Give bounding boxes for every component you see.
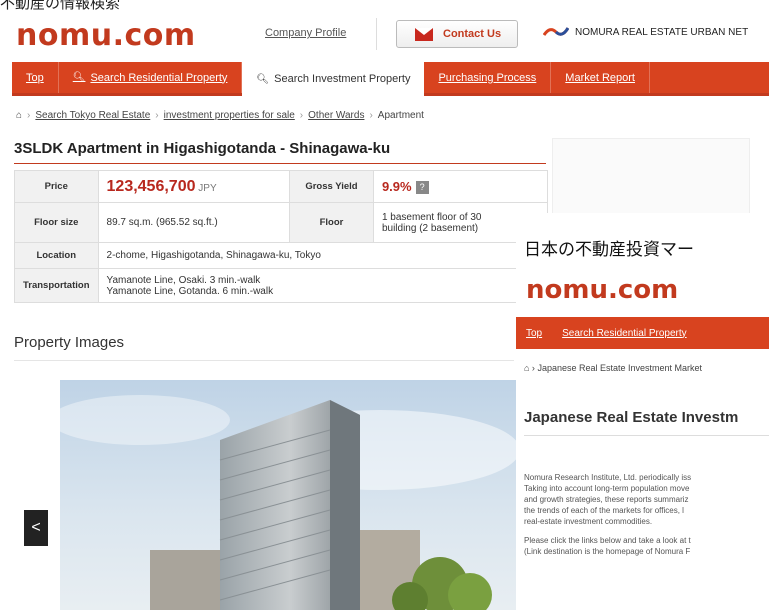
overlay-paragraph-line: Please click the links below and take a …	[524, 536, 691, 545]
overlay-breadcrumb-current: Japanese Real Estate Investment Market	[537, 363, 703, 373]
nav-search-investment-label: Search Investment Property	[274, 73, 411, 85]
breadcrumb-link[interactable]: Search Tokyo Real Estate	[35, 110, 150, 121]
page-caption: 不動産の情報検索	[0, 0, 121, 12]
overlay-heading: Japanese Real Estate Investm	[524, 409, 739, 426]
overlay-breadcrumb: ⌂ › Japanese Real Estate Investment Mark…	[524, 363, 703, 373]
overlay-nav: Top Search Residential Property	[516, 317, 769, 349]
search-icon: 🔍︎	[72, 72, 86, 83]
breadcrumb-separator: ›	[27, 110, 31, 121]
transportation-line: Yamanote Line, Osaki. 3 min.-walk	[106, 274, 261, 286]
breadcrumb-separator: ›	[299, 110, 304, 121]
tower-illustration	[60, 395, 520, 610]
property-spec-table: Price 123,456,700 JPY Gross Yield 9.9%? …	[14, 170, 549, 303]
partner-logo-text: NOMURA REAL ESTATE URBAN NET	[575, 26, 749, 38]
overlay-paragraph-line: real-estate investment commodities.	[524, 517, 653, 526]
price-unit: JPY	[198, 182, 217, 194]
overlay-paragraph-line: (Link destination is the homepage of Nom…	[524, 547, 691, 556]
contact-us-label: Contact Us	[443, 28, 502, 40]
swoosh-icon	[543, 27, 569, 36]
transportation-value: Yamanote Line, Osaki. 3 min.-walk Yamanot…	[97, 268, 549, 303]
help-icon[interactable]: ?	[415, 181, 429, 195]
site-logo[interactable]: nomu.com	[16, 18, 196, 53]
overlay-paragraph-line: Taking into account long-term population…	[524, 484, 690, 493]
overlay-divider	[524, 435, 769, 436]
nav-purchasing-process-label: Purchasing Process	[438, 71, 537, 84]
location-label: Location	[14, 242, 99, 269]
nav-search-investment[interactable]: 🔍︎ Search Investment Property	[242, 62, 425, 96]
transportation-line: Yamanote Line, Gotanda. 6 min.-walk	[106, 285, 274, 297]
nav-search-residential-label: Search Residential Property	[90, 71, 228, 84]
company-profile-link[interactable]: Company Profile	[265, 27, 346, 39]
gross-yield-value: 9.9%	[381, 178, 412, 194]
breadcrumb: ⌂ › Search Tokyo Real Estate › investmen…	[16, 110, 424, 121]
previous-image-button[interactable]: <	[24, 510, 48, 546]
nav-purchasing-process[interactable]: Purchasing Process	[424, 62, 552, 93]
header-divider	[376, 18, 377, 50]
images-divider	[14, 360, 514, 361]
breadcrumb-current: Apartment	[377, 110, 424, 121]
nav-top-label: Top	[26, 71, 44, 84]
breadcrumb-link[interactable]: investment properties for sale	[164, 110, 295, 121]
nav-market-report-label: Market Report	[565, 71, 635, 84]
mail-icon	[415, 27, 433, 41]
property-photo[interactable]	[60, 380, 520, 610]
search-icon: 🔍︎	[256, 73, 270, 85]
price-value: 123,456,700	[106, 177, 196, 195]
overlay-paragraph-line: Nomura Research Institute, Ltd. periodic…	[524, 473, 692, 482]
transportation-label: Transportation	[14, 268, 99, 303]
overlay-screenshot: 日本の不動産投資マー nomu.com Top Search Residenti…	[516, 213, 769, 610]
partner-logo[interactable]: NOMURA REAL ESTATE URBAN NET	[543, 26, 748, 38]
gross-yield-cell: 9.9%?	[372, 170, 549, 203]
breadcrumb-link[interactable]: Other Wards	[308, 110, 364, 121]
overlay-nav-search-residential[interactable]: Search Residential Property	[552, 328, 697, 339]
overlay-title: 日本の不動産投資マー	[524, 240, 694, 260]
breadcrumb-separator: ›	[155, 110, 159, 121]
overlay-nav-top[interactable]: Top	[516, 328, 552, 339]
overlay-paragraph-line: the trends of each of the markets for of…	[524, 506, 684, 515]
property-images-heading: Property Images	[14, 334, 125, 351]
gross-yield-label: Gross Yield	[288, 170, 374, 203]
page-title: 3SLDK Apartment in Higashigotanda - Shin…	[14, 140, 391, 157]
nav-top[interactable]: Top	[12, 62, 59, 93]
contact-us-button[interactable]: Contact Us	[396, 20, 518, 48]
floor-size-label: Floor size	[14, 202, 99, 243]
floor-label: Floor	[288, 202, 374, 243]
breadcrumb-separator: ›	[369, 110, 373, 121]
nav-search-residential[interactable]: 🔍︎ Search Residential Property	[59, 62, 243, 93]
overlay-logo[interactable]: nomu.com	[526, 275, 678, 305]
title-divider	[14, 163, 546, 164]
price-cell: 123,456,700 JPY	[97, 170, 290, 203]
location-value: 2-chome, Higashigotanda, Shinagawa-ku, T…	[97, 242, 549, 269]
nav-market-report[interactable]: Market Report	[551, 62, 650, 93]
home-icon[interactable]: ⌂	[16, 110, 22, 121]
floor-size-value: 89.7 sq.m. (965.52 sq.ft.)	[97, 202, 290, 243]
price-label: Price	[14, 170, 99, 203]
overlay-paragraph-line: and growth strategies, these reports sum…	[524, 495, 689, 504]
main-nav: Top 🔍︎ Search Residential Property 🔍︎ Sear…	[12, 62, 769, 96]
